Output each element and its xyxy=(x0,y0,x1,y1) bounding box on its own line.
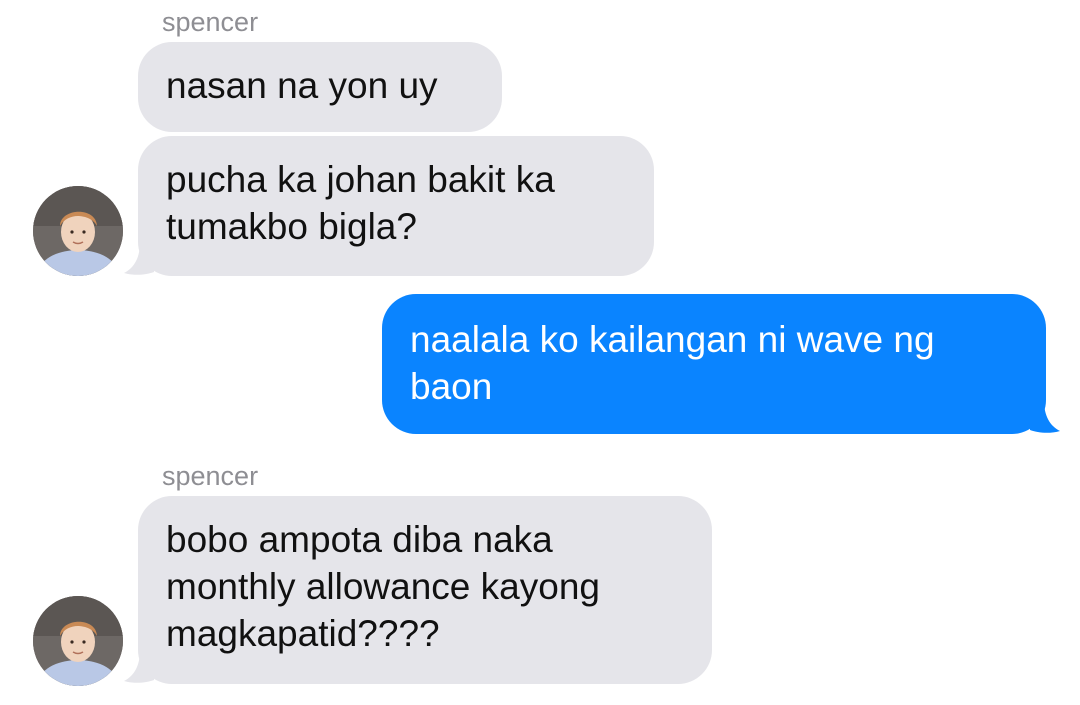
outgoing-message-bubble[interactable]: naalala ko kailangan ni wave ng baon xyxy=(382,294,1046,434)
message-text-line: nasan na yon uy xyxy=(166,65,438,106)
incoming-bubble-tail xyxy=(124,650,154,683)
incoming-message-bubble[interactable]: nasan na yon uy xyxy=(138,42,502,132)
contact-avatar[interactable] xyxy=(33,596,123,686)
avatar-photo-icon xyxy=(33,186,123,276)
sender-name-label: spencer xyxy=(162,7,259,37)
message-text-line: monthly allowance kayong xyxy=(166,566,600,607)
incoming-message-bubble[interactable]: bobo ampota diba naka monthly allowance … xyxy=(138,496,712,684)
message-thread: spencer nasan na yon uy pucha ka johan b… xyxy=(0,0,1080,705)
message-text-line: tumakbo bigla? xyxy=(166,206,417,247)
contact-avatar[interactable] xyxy=(33,186,123,276)
message-text-line: naalala ko kailangan ni wave ng xyxy=(410,319,935,360)
message-text-line: bobo ampota diba naka xyxy=(166,519,553,560)
incoming-message-bubble[interactable]: pucha ka johan bakit ka tumakbo bigla? xyxy=(138,136,654,276)
message-text-line: pucha ka johan bakit ka xyxy=(166,159,555,200)
avatar-photo-icon xyxy=(33,596,123,686)
sender-name-label: spencer xyxy=(162,461,259,491)
outgoing-bubble-tail xyxy=(1030,400,1060,433)
incoming-bubble-tail xyxy=(124,242,154,275)
message-text-line: magkapatid???? xyxy=(166,613,440,654)
message-text-line: baon xyxy=(410,366,493,407)
